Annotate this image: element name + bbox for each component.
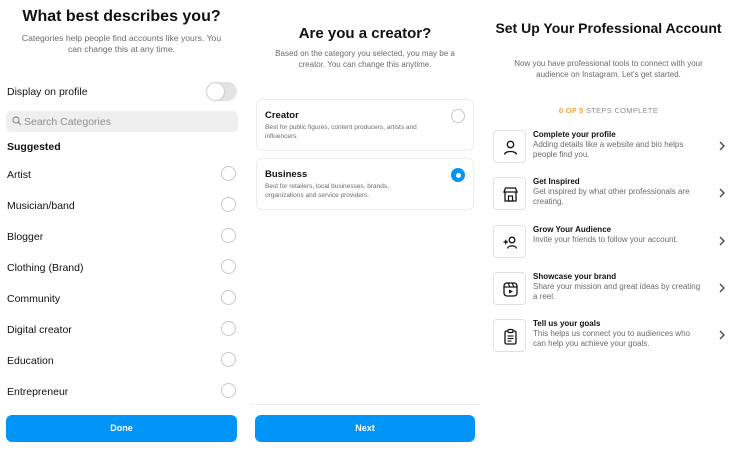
steps-progress: 0 OF 5 STEPS COMPLETE	[487, 106, 730, 115]
step-description: This helps us connect you to audiences w…	[533, 329, 690, 348]
creator-option-card[interactable]: Creator Best for public figures, content…	[256, 99, 474, 151]
category-label: Musician/band	[7, 200, 75, 212]
chevron-right-icon	[719, 188, 725, 198]
chevron-right-icon	[719, 283, 725, 293]
person-icon	[493, 130, 526, 163]
page-subtitle: Now you have professional tools to conne…	[514, 59, 703, 79]
category-row[interactable]: Education	[7, 352, 237, 372]
page-title: What best describes you?	[22, 8, 221, 25]
search-icon	[12, 116, 22, 126]
steps-label: STEPS COMPLETE	[585, 106, 659, 115]
category-row[interactable]: Clothing (Brand)	[7, 259, 237, 279]
professional-setup-screen: Set Up Your Professional Account Now you…	[487, 0, 730, 455]
display-on-profile-label: Display on profile	[7, 86, 88, 98]
option-title: Creator	[265, 110, 299, 121]
step-description: Share your mission and great ideas by cr…	[533, 282, 701, 301]
next-button[interactable]: Next	[255, 415, 475, 442]
business-option-card[interactable]: Business Best for retailers, local busin…	[256, 158, 474, 210]
suggested-heading: Suggested	[7, 141, 61, 153]
category-radio[interactable]	[221, 166, 236, 181]
step-description: Adding details like a website and bio he…	[533, 140, 684, 159]
display-on-profile-row: Display on profile	[7, 82, 237, 102]
search-placeholder: Search Categories	[24, 116, 111, 128]
step-title: Showcase your brand	[533, 272, 617, 281]
display-on-profile-toggle[interactable]	[206, 82, 237, 101]
category-row[interactable]: Blogger	[7, 228, 237, 248]
search-input[interactable]: Search Categories	[6, 111, 238, 132]
category-label: Artist	[7, 169, 31, 181]
category-radio[interactable]	[221, 259, 236, 274]
category-radio[interactable]	[221, 290, 236, 305]
category-radio[interactable]	[221, 228, 236, 243]
page-title: Are you a creator?	[298, 25, 432, 42]
divider	[250, 404, 480, 405]
step-title: Get Inspired	[533, 177, 580, 186]
step-title: Grow Your Audience	[533, 225, 612, 234]
category-label: Blogger	[7, 231, 44, 243]
step-complete-profile[interactable]: Complete your profile Adding details lik…	[492, 130, 725, 166]
chevron-right-icon	[719, 141, 725, 151]
category-row[interactable]: Digital creator	[7, 321, 237, 341]
category-label: Education	[7, 355, 54, 367]
step-description: Invite your friends to follow your accou…	[533, 235, 678, 244]
creator-radio[interactable]	[451, 109, 465, 123]
step-showcase-brand[interactable]: Showcase your brand Share your mission a…	[492, 272, 725, 308]
step-tell-goals[interactable]: Tell us your goals This helps us connect…	[492, 319, 725, 355]
category-label: Clothing (Brand)	[7, 262, 84, 274]
category-row[interactable]: Community	[7, 290, 237, 310]
page-subtitle: Based on the category you selected, you …	[275, 49, 455, 69]
option-description: Best for retailers, local businesses, br…	[265, 183, 389, 199]
chevron-right-icon	[719, 236, 725, 246]
category-row[interactable]: Artist	[7, 166, 237, 186]
category-row[interactable]: Entrepreneur	[7, 383, 237, 403]
category-radio[interactable]	[221, 197, 236, 212]
category-radio[interactable]	[221, 383, 236, 398]
shop-icon	[493, 177, 526, 210]
category-label: Entrepreneur	[7, 386, 69, 398]
category-radio[interactable]	[221, 352, 236, 367]
chevron-right-icon	[719, 330, 725, 340]
business-radio[interactable]	[451, 168, 465, 182]
category-label: Community	[7, 293, 61, 305]
category-radio[interactable]	[221, 321, 236, 336]
done-button[interactable]: Done	[6, 415, 237, 442]
step-title: Complete your profile	[533, 130, 616, 139]
option-description: Best for public figures, content produce…	[265, 124, 417, 140]
step-description: Get inspired by what other professionals…	[533, 187, 690, 206]
account-type-screen: Are you a creator? Based on the category…	[250, 0, 480, 455]
category-screen: What best describes you? Categories help…	[0, 0, 243, 455]
steps-count: 0 OF 5	[558, 106, 584, 115]
step-grow-audience[interactable]: Grow Your Audience Invite your friends t…	[492, 225, 725, 261]
reel-icon	[493, 272, 526, 305]
page-subtitle: Categories help people find accounts lik…	[21, 33, 222, 54]
toggle-knob	[207, 83, 224, 100]
option-title: Business	[265, 169, 308, 180]
page-title: Set Up Your Professional Account	[495, 20, 722, 36]
step-title: Tell us your goals	[533, 319, 601, 328]
add-person-icon	[493, 225, 526, 258]
step-get-inspired[interactable]: Get Inspired Get inspired by what other …	[492, 177, 725, 213]
clipboard-icon	[493, 319, 526, 352]
category-row[interactable]: Musician/band	[7, 197, 237, 217]
category-label: Digital creator	[7, 324, 72, 336]
